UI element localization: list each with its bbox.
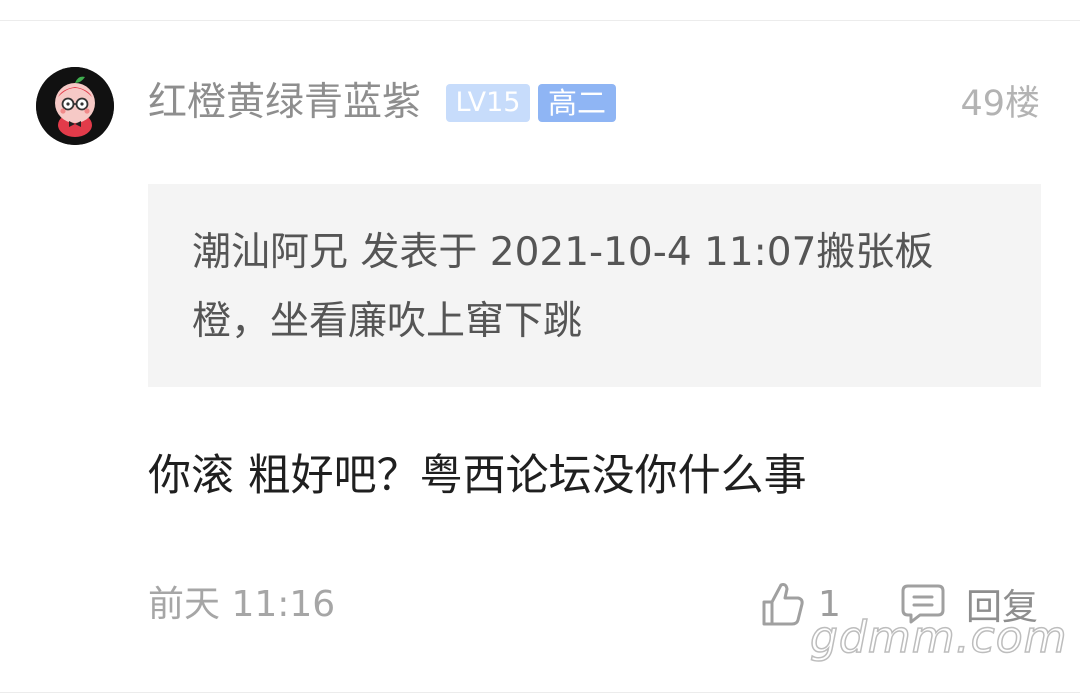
- top-divider: [0, 20, 1080, 21]
- level-badge: LV15: [446, 84, 530, 122]
- comment-content: 你滚 粗好吧？粤西论坛没你什么事: [148, 451, 807, 501]
- avatar-mascot-icon: [36, 67, 114, 145]
- grade-badge: 高二: [538, 84, 616, 122]
- bottom-divider: [0, 692, 1080, 693]
- post-time: 前天 11:16: [148, 584, 336, 625]
- watermark: gdmm.com: [809, 611, 1068, 664]
- quote-text: 潮汕阿兄 发表于 2021-10-4 11:07搬张板橙，坐看廉吹上窜下跳: [192, 230, 934, 344]
- user-avatar[interactable]: [36, 67, 114, 145]
- floor-number: 49楼: [960, 84, 1040, 124]
- quoted-post: 潮汕阿兄 发表于 2021-10-4 11:07搬张板橙，坐看廉吹上窜下跳: [148, 184, 1041, 387]
- username[interactable]: 红橙黄绿青蓝紫: [148, 78, 421, 128]
- thumbs-up-icon: [762, 583, 804, 626]
